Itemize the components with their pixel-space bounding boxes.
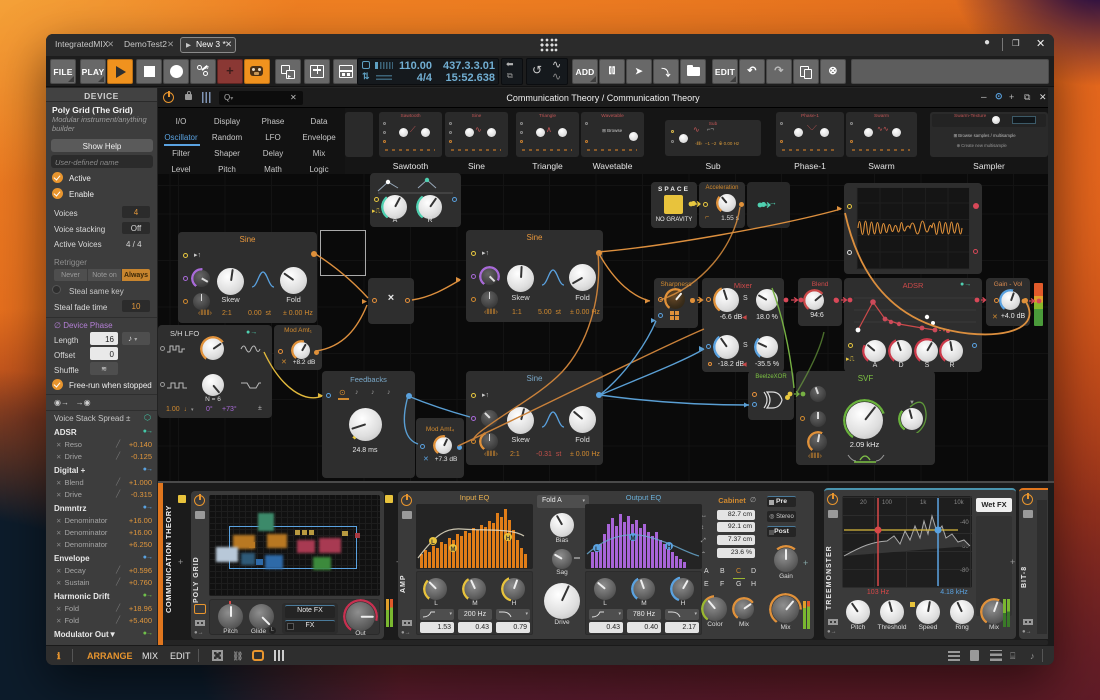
svg-text:20: 20 <box>860 500 867 506</box>
svg-text:100: 100 <box>882 500 893 506</box>
svg-text:L: L <box>431 540 435 546</box>
svg-text:H: H <box>506 536 510 542</box>
svg-text:10k: 10k <box>954 500 965 506</box>
svg-text:M: M <box>451 547 456 553</box>
svg-text:-40: -40 <box>960 520 969 526</box>
svg-text:-80: -80 <box>960 568 969 574</box>
svg-text:M: M <box>631 536 636 542</box>
svg-text:L: L <box>595 547 599 553</box>
svg-text:H: H <box>667 545 671 551</box>
svg-text:1k: 1k <box>920 500 927 506</box>
